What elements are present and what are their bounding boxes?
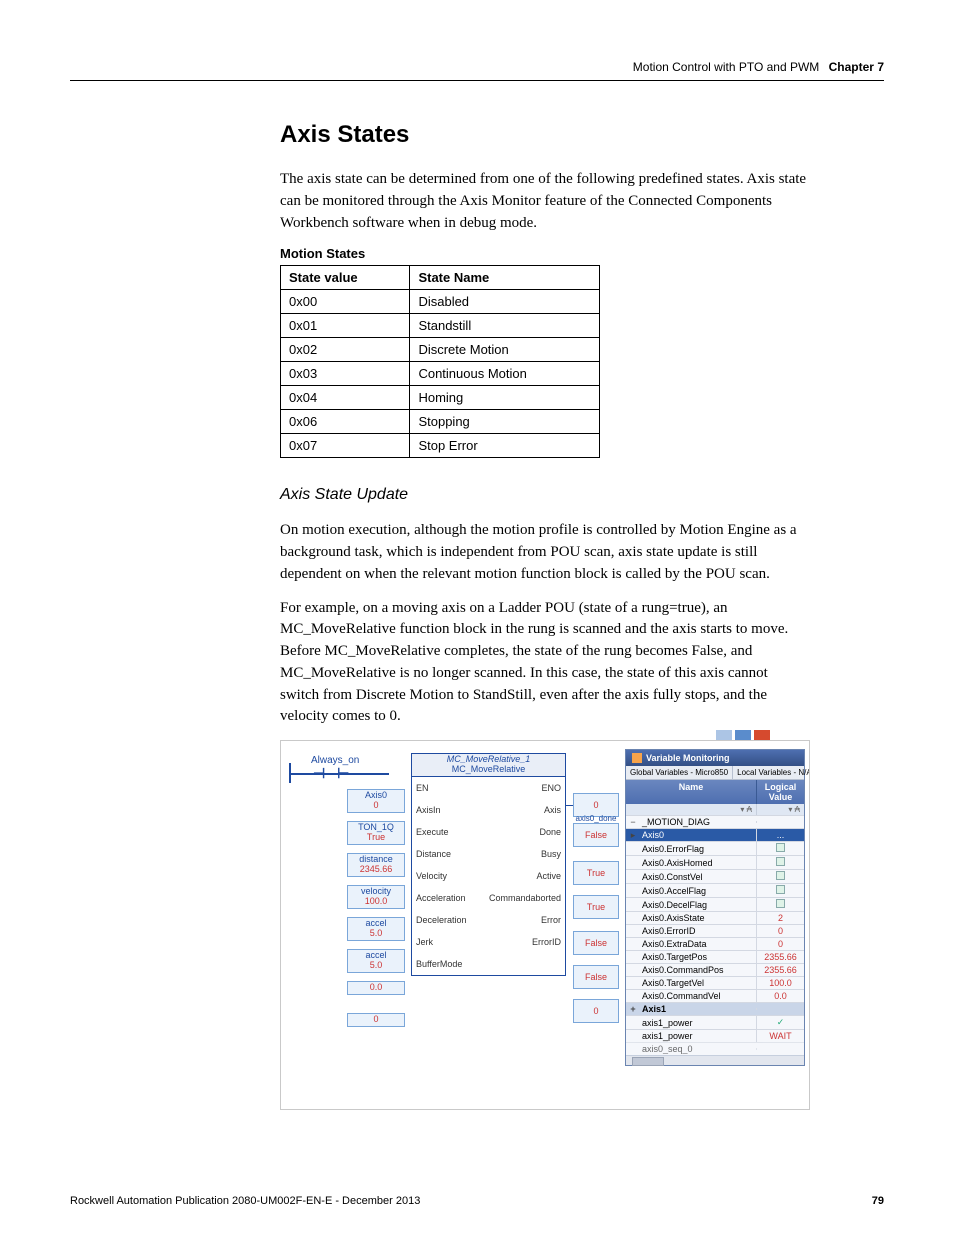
tab-local[interactable]: Local Variables - N/A [733,766,810,779]
varmon-icon [632,753,642,763]
contact-symbol: ⊣ ⊢ [313,765,353,782]
expand-icon[interactable]: ▸ [626,830,640,841]
varmon-row[interactable]: Axis0.ConstVel [626,869,804,883]
varmon-row[interactable]: Axis0.DecelFlag [626,897,804,911]
wire [566,805,573,806]
output-box: False [573,931,619,955]
screenshot-figure: Always_on ⊣ ⊢ MC_MoveRelative_1 MC_MoveR… [280,740,810,1110]
varmon-row[interactable]: Axis0.CommandVel0.0 [626,989,804,1002]
output-box: True [573,861,619,885]
varmon-row[interactable]: Axis0.AccelFlag [626,883,804,897]
varmon-row[interactable]: Axis0.ErrorID0 [626,924,804,937]
varmon-row[interactable]: Axis0.AxisHomed [626,855,804,869]
page-footer: Rockwell Automation Publication 2080-UM0… [70,1195,884,1207]
header-rule [70,80,884,81]
param-box: accel5.0 [347,917,405,941]
param-box: Axis00 [347,789,405,813]
checkbox-icon [776,871,785,880]
checkbox-icon [776,885,785,894]
table-row: 0x03Continuous Motion [281,362,600,386]
intro-paragraph: The axis state can be determined from on… [280,169,810,234]
param-box: 0.0 [347,981,405,995]
varmon-selected-row[interactable]: ▸ Axis0 ... [626,828,804,841]
output-box: True [573,895,619,919]
param-box: distance2345.66 [347,853,405,877]
table-row: 0x04Homing [281,386,600,410]
varmon-row[interactable]: Axis0.ExtraData0 [626,937,804,950]
varmon-row[interactable]: Axis0.ErrorFlag [626,841,804,855]
varmon-column-headers: Name Logical Value [626,780,804,804]
table-row: 0x01Standstill [281,314,600,338]
param-box: TON_1QTrue [347,821,405,845]
table-row: 0x00Disabled [281,290,600,314]
checkbox-icon [776,899,785,908]
body-paragraph: On motion execution, although the motion… [280,520,810,585]
motion-states-table: State value State Name 0x00Disabled 0x01… [280,265,600,458]
checkbox-icon [776,843,785,852]
param-box: velocity100.0 [347,885,405,909]
variable-monitoring-panel: Variable Monitoring Global Variables - M… [625,749,805,1066]
varmon-title-text: Variable Monitoring [646,753,730,763]
window-controls-hint [716,730,770,740]
table-row: 0x02Discrete Motion [281,338,600,362]
varmon-row[interactable]: Axis0.CommandPos2355.66 [626,963,804,976]
varmon-tabs[interactable]: Global Variables - Micro850 Local Variab… [626,766,804,780]
varmon-row[interactable]: Axis0.AxisState2 [626,911,804,924]
tab-global[interactable]: Global Variables - Micro850 [626,766,733,779]
table-row: 0x07Stop Error [281,434,600,458]
running-head-text: Motion Control with PTO and PWM [633,60,820,74]
varmon-filter-row[interactable]: ▾ ₳ ▾ ₳ [626,804,804,815]
fb-title: MC_MoveRelative_1 MC_MoveRelative [412,754,565,777]
section-title: Axis States [280,121,810,149]
varmon-group-row[interactable]: +Axis1 [626,1002,804,1015]
varmon-row[interactable]: Axis0.TargetVel100.0 [626,976,804,989]
col-logical-value: Logical Value [756,780,804,804]
output-box: 0 [573,999,619,1023]
varmon-row[interactable]: axis0_seq_0 [626,1042,804,1055]
subsection-title: Axis State Update [280,486,810,504]
col-name: Name [626,780,756,804]
varmon-row[interactable]: axis1_power✓ [626,1015,804,1029]
varmon-group-row[interactable]: − _MOTION_DIAG [626,815,804,828]
output-box: False [573,965,619,989]
table-header-value: State value [281,266,410,290]
varmon-title-bar: Variable Monitoring [626,750,804,766]
table-header-name: State Name [410,266,600,290]
varmon-row[interactable]: Axis0.TargetPos2355.66 [626,950,804,963]
param-box: 0 [347,1013,405,1027]
chapter-label: Chapter 7 [829,60,884,74]
horizontal-scrollbar[interactable] [626,1055,804,1065]
table-caption: Motion States [280,246,810,261]
param-box: accel5.0 [347,949,405,973]
checkbox-icon [776,857,785,866]
page-number: 79 [872,1195,884,1207]
output-box: axis0_doneFalse [573,823,619,847]
function-block: MC_MoveRelative_1 MC_MoveRelative ENENO … [411,753,566,976]
running-head: Motion Control with PTO and PWM Chapter … [70,60,884,74]
publication-id: Rockwell Automation Publication 2080-UM0… [70,1195,420,1207]
varmon-row[interactable]: axis1_powerWAIT [626,1029,804,1042]
table-row: 0x06Stopping [281,410,600,434]
body-paragraph: For example, on a moving axis on a Ladde… [280,598,810,729]
ladder-editor: Always_on ⊣ ⊢ MC_MoveRelative_1 MC_MoveR… [280,740,810,1110]
